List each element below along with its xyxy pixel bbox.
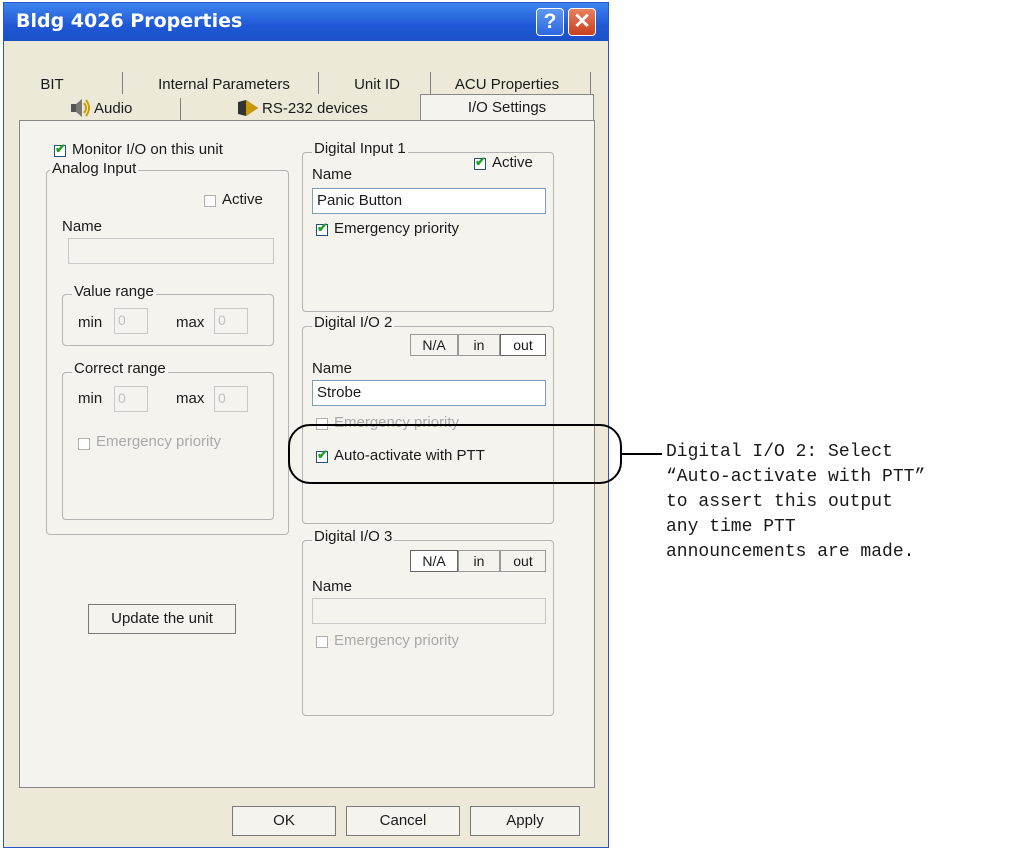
monitor-io-checkbox[interactable]: ✔	[54, 141, 66, 157]
close-button[interactable]: ✕	[568, 8, 596, 36]
callout-text: Digital I/O 2: Select “Auto-activate wit…	[666, 442, 926, 562]
tab-io-settings[interactable]: I/O Settings	[420, 94, 594, 122]
ok-button[interactable]: OK	[232, 806, 336, 836]
digital-io-2-mode-in[interactable]: in	[458, 334, 500, 356]
digital-io-3-emergency-label: Emergency priority	[334, 632, 460, 649]
digital-io-3-name-label: Name	[312, 578, 353, 595]
analog-active-label: Active	[222, 191, 263, 208]
digital-input-1-name-field[interactable]: Panic Button	[312, 188, 546, 214]
digital-input-1-name-label: Name	[312, 166, 353, 183]
digital-input-1-active-label: Active	[492, 154, 533, 171]
digital-io-3-name-field[interactable]	[312, 598, 546, 624]
digital-io-2-legend: Digital I/O 2	[312, 314, 395, 331]
correct-max-field[interactable]: 0	[214, 386, 248, 412]
window-title: Bldg 4026 Properties	[16, 10, 243, 32]
digital-io-3-mode-na[interactable]: N/A	[410, 550, 458, 572]
tab-divider	[430, 72, 431, 94]
analog-name-label: Name	[62, 218, 103, 235]
correct-min-field[interactable]: 0	[114, 386, 148, 412]
digital-input-1-active-checkbox[interactable]: ✔	[474, 154, 486, 170]
digital-input-1-emergency-label: Emergency priority	[334, 220, 460, 237]
correct-range-legend: Correct range	[72, 360, 168, 377]
tab-unit-id[interactable]: Unit ID	[336, 72, 418, 98]
tab-divider	[590, 72, 591, 94]
digital-io-2-name-field[interactable]: Strobe	[312, 380, 546, 406]
correct-max-label: max	[176, 390, 205, 407]
analog-emergency-checkbox[interactable]	[78, 438, 90, 450]
update-unit-button[interactable]: Update the unit	[88, 604, 236, 634]
tab-divider	[318, 72, 319, 94]
tab-rs232-devices[interactable]: RS-232 devices	[262, 96, 382, 122]
digital-io-2-mode-out[interactable]: out	[500, 334, 546, 356]
tab-bit[interactable]: BIT	[30, 72, 74, 98]
digital-io-3-mode-out[interactable]: out	[500, 550, 546, 572]
tab-audio[interactable]: Audio	[94, 96, 144, 122]
digital-io-2-mode-na[interactable]: N/A	[410, 334, 458, 356]
speaker-icon	[70, 98, 92, 122]
monitor-io-label: Monitor I/O on this unit	[72, 141, 223, 158]
digital-input-1-emergency-checkbox[interactable]: ✔	[316, 220, 328, 236]
tab-internal-parameters[interactable]: Internal Parameters	[146, 72, 302, 98]
digital-io-2-name-label: Name	[312, 360, 353, 377]
digital-input-1-legend: Digital Input 1	[312, 140, 408, 157]
help-button[interactable]: ?	[536, 8, 564, 36]
cancel-button[interactable]: Cancel	[346, 806, 460, 836]
digital-io-3-emergency-checkbox[interactable]	[316, 636, 328, 648]
analog-input-legend: Analog Input	[50, 160, 139, 177]
digital-io-3-legend: Digital I/O 3	[312, 528, 395, 545]
speaker-device-icon	[236, 98, 260, 122]
value-max-label: max	[176, 314, 205, 331]
correct-min-label: min	[78, 390, 103, 407]
value-min-field[interactable]: 0	[114, 308, 148, 334]
digital-io-3-mode-in[interactable]: in	[458, 550, 500, 572]
value-max-field[interactable]: 0	[214, 308, 248, 334]
analog-active-checkbox[interactable]	[204, 195, 216, 207]
tab-divider	[122, 72, 123, 94]
value-min-label: min	[78, 314, 103, 331]
callout-leader-line	[622, 453, 662, 455]
analog-name-field[interactable]	[68, 238, 274, 264]
value-range-legend: Value range	[72, 283, 156, 300]
analog-emergency-label: Emergency priority	[96, 433, 222, 450]
apply-button[interactable]: Apply	[470, 806, 580, 836]
callout-highlight	[288, 424, 622, 484]
tab-divider	[180, 98, 181, 120]
